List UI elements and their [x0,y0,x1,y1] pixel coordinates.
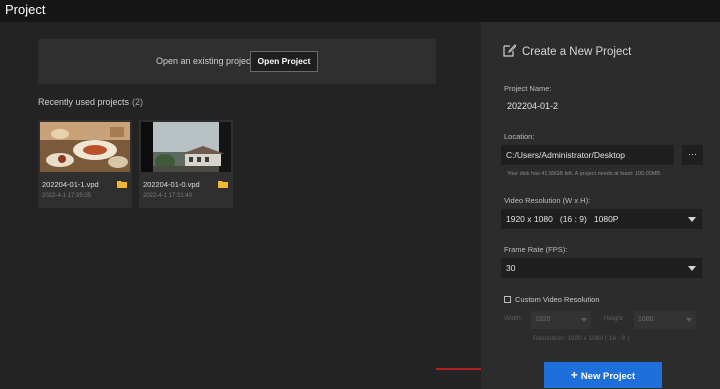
title-bar: Project [0,0,720,22]
height-select: 1080 [634,311,696,329]
recent-projects-label: Recently used projects (2) [38,97,143,107]
chevron-down-icon [581,318,587,322]
width-select: 1920 [531,311,591,329]
custom-resolution-checkbox[interactable] [504,296,511,303]
new-project-header: Create a New Project [503,44,631,58]
recent-project-name: 202204-01-0.vpd [143,180,200,189]
video-resolution-label: Video Resolution (W x H): [504,196,591,205]
window-title: Project [5,2,46,17]
new-project-title: Create a New Project [522,46,632,58]
location-field[interactable]: C:/Users/Administrator/Desktop [501,145,674,165]
project-name-label: Project Name: [504,84,552,93]
location-value: C:/Users/Administrator/Desktop [506,150,626,160]
browse-location-button[interactable]: ··· [682,145,703,165]
project-name-field[interactable]: 202204-01-2 [507,101,558,111]
recent-projects-count: (2) [132,97,144,107]
recent-project-date: 2022-4-1 17:35:05 [42,193,92,199]
custom-resolution-label: Custom Video Resolution [515,295,600,304]
width-label: Width: [504,315,523,322]
frame-rate-select[interactable]: 30 [501,258,702,278]
recent-project-date: 2022-4-1 17:31:40 [143,193,193,199]
left-pane: Open an existing project Open Project Re… [0,22,544,389]
new-project-panel: Create a New Project Project Name: 20220… [481,22,720,389]
height-value: 1080 [638,316,654,323]
chevron-down-icon [686,318,692,322]
open-existing-panel: Open an existing project Open Project [38,39,436,84]
frame-rate-value: 30 [506,263,516,273]
building-photo-icon [141,122,231,172]
recent-project-card[interactable]: 202204-01-0.vpd 2022-4-1 17:31:40 [139,120,233,208]
location-label: Location: [504,132,535,141]
recent-projects-title: Recently used projects [38,97,130,107]
open-existing-text: Open an existing project [156,56,254,66]
open-project-button[interactable]: Open Project [250,51,318,72]
width-value: 1920 [535,316,551,323]
frame-rate-label: Frame Rate (FPS): [504,245,568,254]
video-resolution-select[interactable]: 1920 x 1080 (16 : 9) 1080P [501,209,702,229]
custom-resolution-row[interactable]: Custom Video Resolution [504,295,600,304]
recent-project-card[interactable]: 202204-01-1.vpd 2022-4-1 17:35:05 [38,120,132,208]
new-project-button[interactable]: + New Project [544,362,662,388]
disk-space-hint: Your disk has 41.59GB left. A project ne… [507,171,662,177]
folder-icon[interactable] [117,180,127,188]
height-label: Height [604,315,623,322]
new-project-button-label: New Project [580,371,636,382]
recent-project-name: 202204-01-1.vpd [42,180,99,189]
folder-icon[interactable] [218,180,228,188]
plus-icon: + [570,368,578,382]
chevron-down-icon [688,266,696,271]
food-table-photo-icon [40,122,130,172]
resolution-note: Resolution: 1920 x 1080 ( 16 : 9 ) [533,335,630,342]
edit-document-icon [503,44,516,57]
chevron-down-icon [688,217,696,222]
video-resolution-value: 1920 x 1080 (16 : 9) 1080P [506,214,619,224]
